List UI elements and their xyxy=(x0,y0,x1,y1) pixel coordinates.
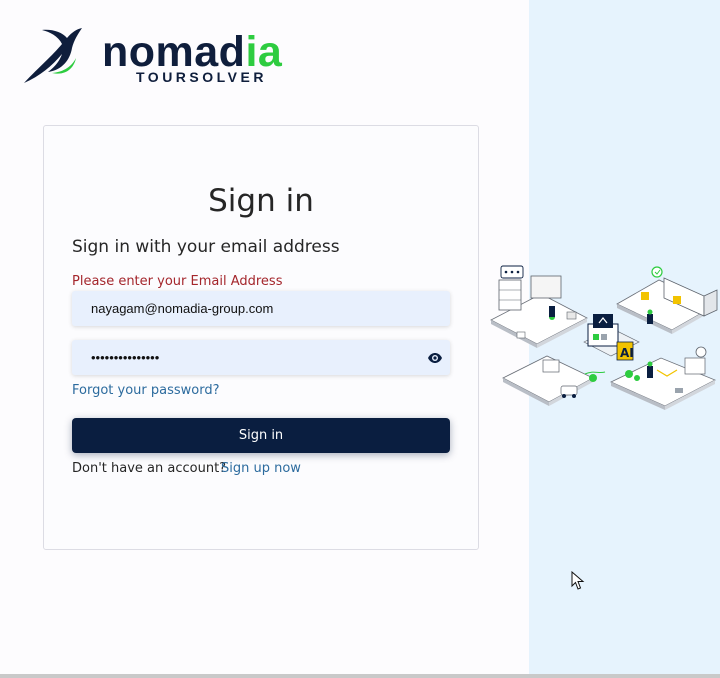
window-bottom-border xyxy=(0,674,720,678)
brand-wordmark: nomadia xyxy=(102,30,282,74)
brand-subtitle: TOURSOLVER xyxy=(136,69,267,85)
nomadia-logo: nomadia TOURSOLVER xyxy=(22,26,312,88)
mouse-cursor-icon xyxy=(571,571,585,590)
page-title: Sign in xyxy=(208,183,314,219)
email-field-wrapper xyxy=(72,291,450,326)
signin-subtitle: Sign in with your email address xyxy=(72,237,340,257)
no-account-text: Don't have an account? xyxy=(72,461,227,476)
eye-icon[interactable] xyxy=(427,350,443,366)
email-field[interactable] xyxy=(72,291,421,326)
signin-card: Sign in Sign in with your email address … xyxy=(43,125,479,550)
password-field-wrapper xyxy=(72,340,450,375)
password-field[interactable] xyxy=(72,340,421,375)
logistics-isometric-illustration: AI xyxy=(490,265,718,410)
signup-link[interactable]: Sign up now xyxy=(221,461,301,476)
forgot-password-link[interactable]: Forgot your password? xyxy=(72,383,220,398)
svg-text:AI: AI xyxy=(620,346,634,360)
signin-button[interactable]: Sign in xyxy=(72,418,450,453)
email-error-message: Please enter your Email Address xyxy=(72,274,283,289)
bird-icon xyxy=(24,28,82,83)
